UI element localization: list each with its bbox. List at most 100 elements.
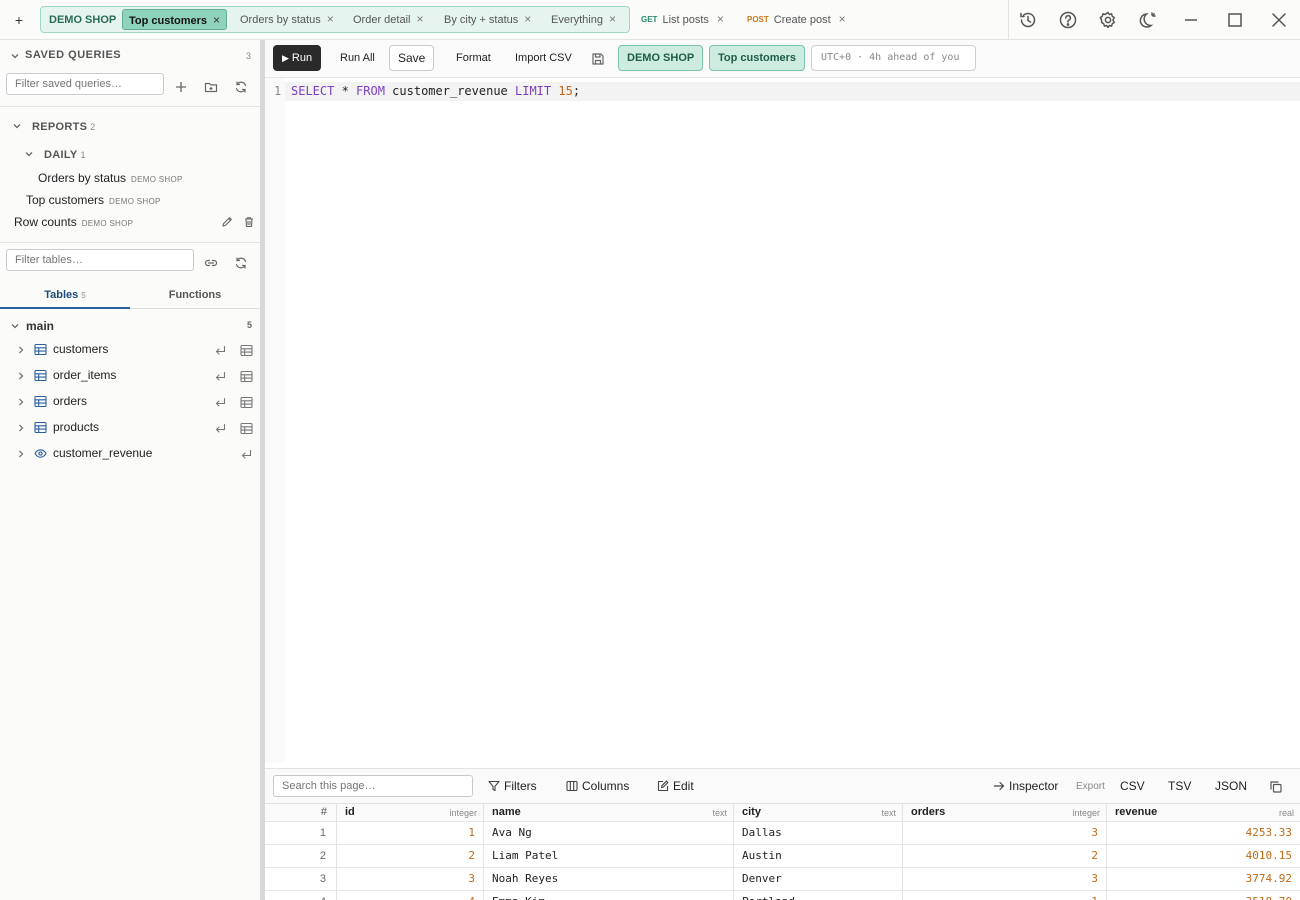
cell-city[interactable]: Portland	[734, 891, 903, 900]
save-disk-icon[interactable]	[591, 52, 605, 66]
chevron-down-icon[interactable]	[10, 51, 20, 61]
cell-id[interactable]: 3	[337, 868, 484, 890]
refresh-icon[interactable]	[234, 256, 248, 270]
close-icon[interactable]: ×	[327, 9, 334, 30]
cell-id[interactable]: 2	[337, 845, 484, 867]
export-json-button[interactable]: JSON	[1215, 779, 1247, 793]
chevron-right-icon[interactable]	[16, 397, 26, 407]
gear-icon[interactable]	[1098, 10, 1118, 30]
import-csv-button[interactable]: Import CSV	[506, 45, 581, 71]
close-icon[interactable]: ×	[609, 9, 616, 30]
query-name-pill[interactable]: Top customers	[709, 45, 806, 71]
tab-group-label[interactable]: DEMO SHOP	[49, 14, 116, 26]
cell-orders[interactable]: 2	[903, 845, 1107, 867]
table-row[interactable]: 3 3 Noah Reyes Denver 3 3774.92	[265, 868, 1300, 891]
saved-queries-filter-input[interactable]	[6, 73, 164, 95]
tab-functions[interactable]: Functions	[130, 283, 260, 309]
chevron-right-icon[interactable]	[16, 371, 26, 381]
pencil-icon[interactable]	[221, 216, 233, 228]
filters-button[interactable]: Filters	[488, 779, 537, 793]
refresh-icon[interactable]	[234, 80, 248, 94]
copy-icon[interactable]	[1269, 780, 1283, 794]
folder-daily[interactable]: DAILY 1	[24, 146, 242, 162]
chevron-down-icon[interactable]	[24, 149, 34, 159]
saved-query-row-counts[interactable]: Row counts DEMO SHOP	[14, 215, 133, 233]
saved-query-orders-by-status[interactable]: Orders by status DEMO SHOP	[38, 171, 183, 189]
chevron-right-icon[interactable]	[16, 345, 26, 355]
insert-name-icon[interactable]	[214, 344, 227, 357]
column-header-id[interactable]: id integer	[337, 804, 484, 821]
cell-name[interactable]: Noah Reyes	[484, 868, 734, 890]
table-row[interactable]: 4 4 Emma Kim Portland 1 3518.70	[265, 891, 1300, 900]
tab-create-post[interactable]: POST Create post ×	[747, 12, 846, 26]
table-row[interactable]: 2 2 Liam Patel Austin 2 4010.15	[265, 845, 1300, 868]
cell-id[interactable]: 1	[337, 822, 484, 844]
insert-name-icon[interactable]	[214, 422, 227, 435]
tab-top-customers[interactable]: Top customers ×	[122, 9, 228, 31]
column-header-name[interactable]: name text	[484, 804, 734, 821]
tab-order-detail[interactable]: Order detail ×	[353, 9, 424, 30]
tab-list-posts[interactable]: GET List posts ×	[641, 12, 724, 26]
table-item-customers[interactable]: customers	[16, 341, 256, 361]
minimize-icon[interactable]	[1181, 10, 1201, 30]
tab-everything[interactable]: Everything ×	[551, 9, 616, 30]
column-header-orders[interactable]: orders integer	[903, 804, 1107, 821]
cell-orders[interactable]: 3	[903, 822, 1107, 844]
cell-revenue[interactable]: 3774.92	[1107, 868, 1300, 890]
new-tab-button[interactable]: +	[10, 10, 28, 30]
help-icon[interactable]	[1058, 10, 1078, 30]
chevron-right-icon[interactable]	[16, 449, 26, 459]
run-all-button[interactable]: Run All	[331, 45, 384, 71]
plus-icon[interactable]	[174, 80, 188, 94]
table-row[interactable]: 1 1 Ava Ng Dallas 3 4253.33	[265, 822, 1300, 845]
insert-name-icon[interactable]	[214, 370, 227, 383]
cell-city[interactable]: Denver	[734, 868, 903, 890]
save-button[interactable]: Save	[389, 45, 435, 71]
run-button[interactable]: ▶ Run	[273, 45, 322, 71]
open-table-icon[interactable]	[240, 370, 253, 383]
cell-revenue[interactable]: 4253.33	[1107, 822, 1300, 844]
close-icon[interactable]: ×	[213, 10, 220, 31]
format-button[interactable]: Format	[447, 45, 500, 71]
chevron-right-icon[interactable]	[16, 423, 26, 433]
table-item-order-items[interactable]: order_items	[16, 367, 256, 387]
tab-by-city-status[interactable]: By city + status ×	[444, 9, 531, 30]
code-line[interactable]: SELECT * FROM customer_revenue LIMIT 15;	[291, 84, 580, 98]
saved-query-top-customers[interactable]: Top customers DEMO SHOP	[26, 193, 161, 211]
close-icon[interactable]: ×	[839, 12, 846, 26]
cell-name[interactable]: Liam Patel	[484, 845, 734, 867]
open-table-icon[interactable]	[240, 344, 253, 357]
folder-reports[interactable]: REPORTS 2	[12, 118, 242, 134]
export-tsv-button[interactable]: TSV	[1168, 779, 1191, 793]
table-item-products[interactable]: products	[16, 419, 256, 439]
results-search-input[interactable]	[273, 775, 473, 797]
cell-orders[interactable]: 3	[903, 868, 1107, 890]
table-item-customer-revenue[interactable]: customer_revenue	[16, 445, 256, 465]
history-icon[interactable]	[1018, 10, 1038, 30]
open-table-icon[interactable]	[240, 422, 253, 435]
close-icon[interactable]: ×	[524, 9, 531, 30]
column-header-city[interactable]: city text	[734, 804, 903, 821]
columns-button[interactable]: Columns	[566, 779, 629, 793]
close-window-icon[interactable]	[1269, 10, 1289, 30]
sql-editor[interactable]: 1 SELECT * FROM customer_revenue LIMIT 1…	[265, 78, 1300, 768]
close-icon[interactable]: ×	[717, 12, 724, 26]
insert-name-icon[interactable]	[240, 448, 253, 461]
cell-city[interactable]: Dallas	[734, 822, 903, 844]
tab-tables[interactable]: Tables 5	[0, 283, 130, 309]
edit-button[interactable]: Edit	[657, 779, 694, 793]
cell-city[interactable]: Austin	[734, 845, 903, 867]
database-pill[interactable]: DEMO SHOP	[618, 45, 704, 71]
theme-toggle-icon[interactable]	[1138, 10, 1158, 30]
insert-name-icon[interactable]	[214, 396, 227, 409]
schema-main[interactable]: main 5	[10, 319, 252, 335]
cell-revenue[interactable]: 3518.70	[1107, 891, 1300, 900]
cell-name[interactable]: Ava Ng	[484, 822, 734, 844]
export-csv-button[interactable]: CSV	[1120, 779, 1145, 793]
cell-name[interactable]: Emma Kim	[484, 891, 734, 900]
chevron-down-icon[interactable]	[12, 121, 22, 131]
chevron-down-icon[interactable]	[10, 321, 20, 331]
saved-queries-header[interactable]: SAVED QUERIES 3	[10, 48, 252, 64]
tables-filter-input[interactable]	[6, 249, 194, 271]
maximize-icon[interactable]	[1225, 10, 1245, 30]
